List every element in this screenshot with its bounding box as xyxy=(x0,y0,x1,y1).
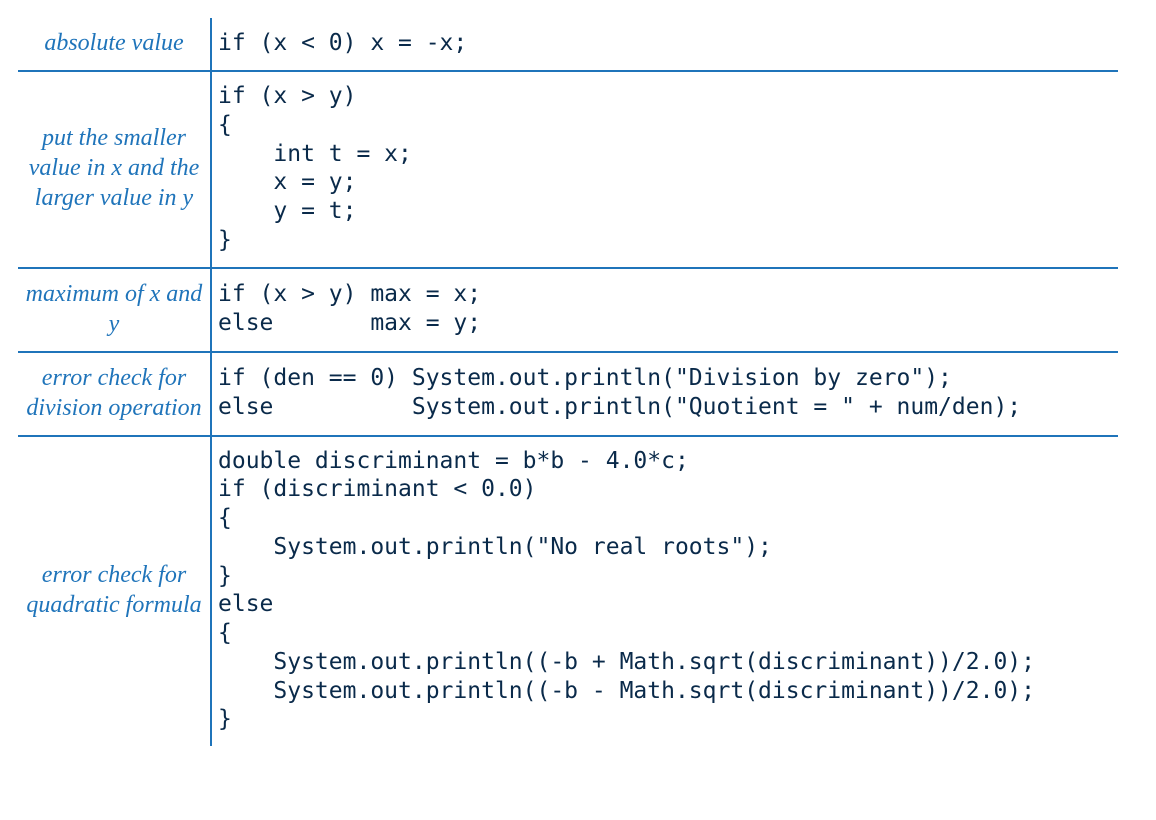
code-block: if (x < 0) x = -x; xyxy=(218,29,1112,58)
table-row: error check for division operation if (d… xyxy=(18,352,1118,436)
table-row: put the smaller value in x and the large… xyxy=(18,71,1118,268)
code-block: double discriminant = b*b - 4.0*c; if (d… xyxy=(218,447,1112,735)
examples-table: absolute value if (x < 0) x = -x; put th… xyxy=(18,18,1118,746)
code-block: if (x > y) max = x; else max = y; xyxy=(218,280,1112,338)
row-label-maximum: maximum of x and y xyxy=(18,268,211,352)
code-block: if (den == 0) System.out.println("Divisi… xyxy=(218,364,1112,422)
row-label-absolute-value: absolute value xyxy=(18,18,211,71)
code-block: if (x > y) { int t = x; x = y; y = t; } xyxy=(218,82,1112,255)
row-code-swap: if (x > y) { int t = x; x = y; y = t; } xyxy=(211,71,1118,268)
row-label-swap: put the smaller value in x and the large… xyxy=(18,71,211,268)
row-code-quadratic-check: double discriminant = b*b - 4.0*c; if (d… xyxy=(211,436,1118,747)
code-examples-table: absolute value if (x < 0) x = -x; put th… xyxy=(0,0,1156,786)
row-code-division-check: if (den == 0) System.out.println("Divisi… xyxy=(211,352,1118,436)
table-row: absolute value if (x < 0) x = -x; xyxy=(18,18,1118,71)
table-row: maximum of x and y if (x > y) max = x; e… xyxy=(18,268,1118,352)
row-label-quadratic-check: error check for quadratic formula xyxy=(18,436,211,747)
row-code-maximum: if (x > y) max = x; else max = y; xyxy=(211,268,1118,352)
row-code-absolute-value: if (x < 0) x = -x; xyxy=(211,18,1118,71)
table-row: error check for quadratic formula double… xyxy=(18,436,1118,747)
row-label-division-check: error check for division operation xyxy=(18,352,211,436)
